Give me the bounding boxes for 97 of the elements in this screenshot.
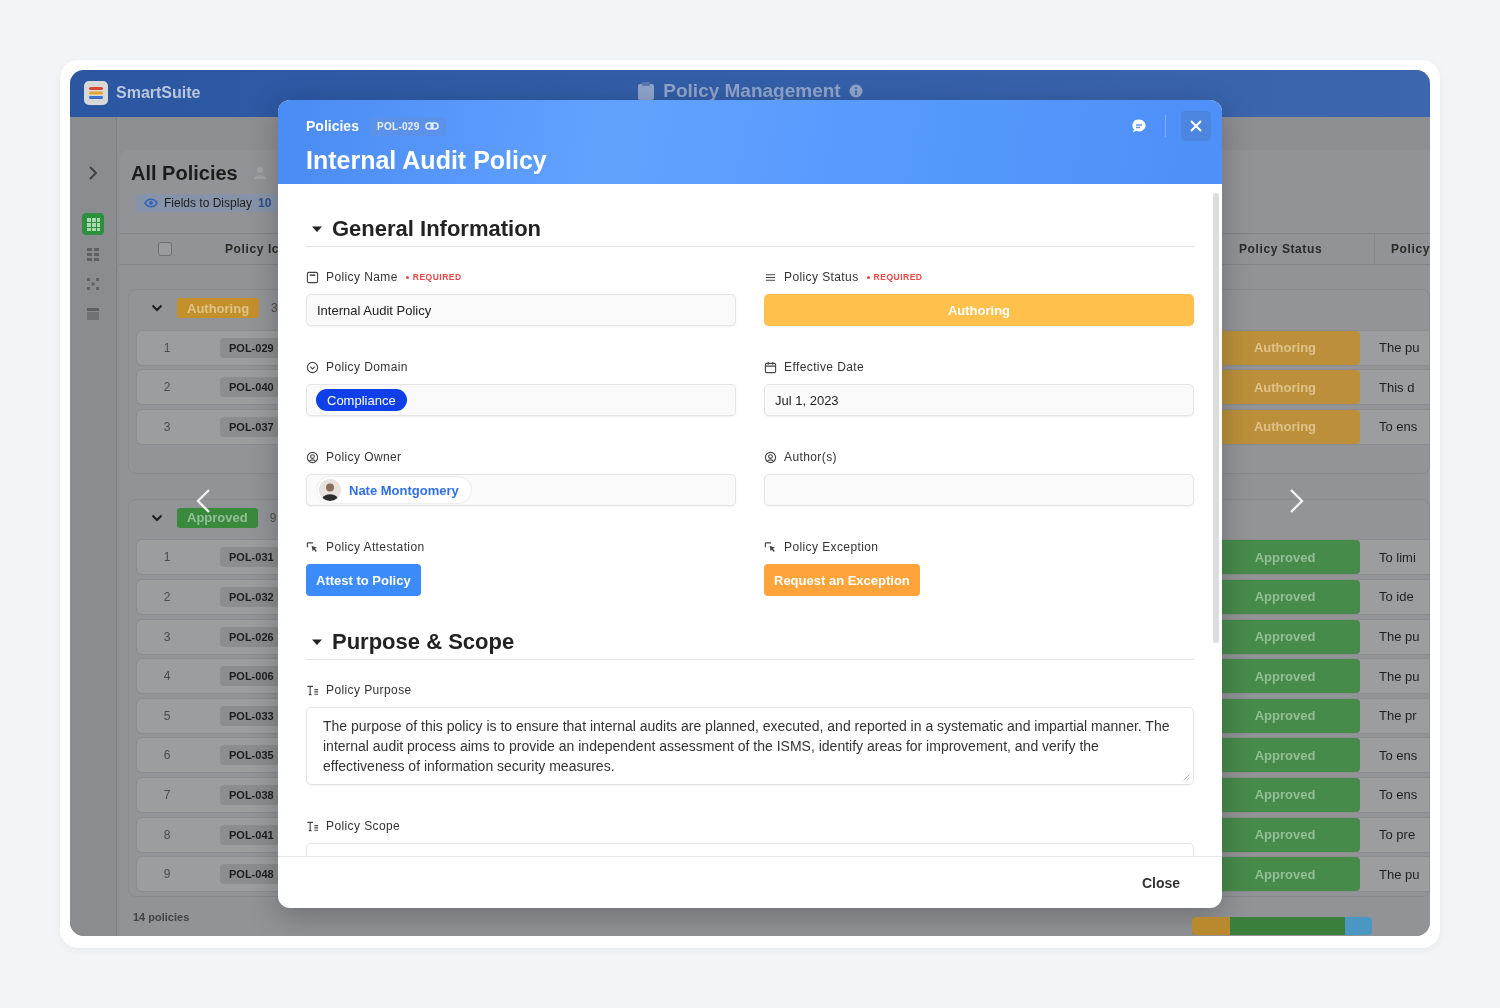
person-chip[interactable]: Nate Montgomery [316,476,472,504]
required-note: REQUIRED [866,272,923,282]
record-id-chip[interactable]: POL-029 [369,116,446,136]
table-cell-text: The pu [1378,866,1421,882]
info-icon [848,84,863,98]
text-area[interactable]: The purpose of this policy is to ensure that internal audits are planned, executed, and reported in a systematic and impartial manner. The internal audit process aims to provide an independent assessment of the ISMS, identify areas for improvement, and verify the effectiveness of information security measures. [306,707,1194,785]
avatar-icon [319,479,341,501]
row-number: 3 [162,419,172,434]
cursor-icon [764,540,777,554]
table-cell-text: To pre [1378,827,1417,843]
input-field[interactable]: Internal Audit Policy [306,294,736,326]
calendar-icon [764,360,777,374]
cursor-icon [306,540,319,554]
map-view-icon [85,276,101,292]
checkbox[interactable] [158,242,172,256]
user-icon [764,450,777,464]
app-name: SmartSuite [116,84,201,102]
cards-view-icon [85,246,101,262]
row-number: 4 [162,669,172,684]
input-field[interactable] [764,474,1194,506]
column-header[interactable]: Policy Ic [225,242,280,256]
section-title: Purpose & Scope [332,629,515,655]
row-number: 9 [162,867,172,882]
grid-view-icon [85,216,101,232]
close-button[interactable]: Close [1141,874,1180,891]
required-note: REQUIRED [405,272,462,282]
field-label: Policy Attestation [326,540,425,554]
person-field[interactable]: Nate Montgomery [306,474,736,506]
view-title: All Policies [131,161,238,185]
field-label: Policy Scope [326,819,401,833]
row-number: 5 [162,708,172,723]
resize-handle-icon [1183,774,1190,781]
user-icon [306,450,319,464]
table-cell-text: To ens [1378,747,1419,763]
row-number: 8 [162,827,172,842]
next-button[interactable] [1289,488,1305,514]
record-title: Internal Audit Policy [306,145,548,175]
eye-icon [144,197,158,209]
link-icon [424,122,439,130]
close-button[interactable] [1181,111,1211,141]
table-cell-text: The pu [1378,629,1421,645]
row-number: 1 [162,340,172,355]
row-number: 2 [162,380,172,395]
row-number: 3 [162,629,172,644]
field-label: Policy Name [326,270,398,284]
row-number: 7 [162,787,172,802]
action-button[interactable]: Attest to Policy [306,564,421,596]
column-header[interactable]: Policy [1375,234,1430,264]
people-icon [251,166,268,180]
calendar-view-icon [85,306,101,322]
table-cell-text: This d [1378,379,1416,395]
table-cell-text: The pr [1378,708,1418,724]
chevron-down-icon[interactable] [151,302,163,314]
field-label: Policy Owner [326,450,402,464]
field-label: Effective Date [784,360,865,374]
row-number: 6 [162,748,172,763]
field-label: Author(s) [784,450,837,464]
section-title: General Information [332,216,542,242]
table-cell-text: To ens [1378,787,1419,803]
row-number: 1 [162,550,172,565]
dropdown-icon [306,360,319,374]
breadcrumb-link[interactable]: Policies [306,118,359,134]
page-title: Policy Management [663,80,841,102]
record-count: 14 policies [133,911,190,924]
field-label: Policy Exception [784,540,879,554]
row-number: 2 [162,589,172,604]
comment-icon [1131,118,1147,134]
select-field[interactable]: Compliance [306,384,736,416]
domain-tag: Compliance [316,389,407,411]
group-count: 9 [269,510,277,525]
text-icon [306,683,319,697]
document-icon [306,270,319,284]
input-field[interactable]: Jul 1, 2023 [764,384,1194,416]
text-icon [306,819,319,833]
field-label: Policy Purpose [326,683,412,697]
table-cell-text: To limi [1378,549,1417,565]
chevron-right-icon [1289,488,1305,514]
caret-icon[interactable] [312,637,322,647]
table-cell-text: The pu [1378,340,1421,356]
chevron-left-icon [195,488,211,514]
table-cell-text: The pu [1378,668,1421,684]
table-cell-text: To ens [1378,419,1419,435]
clipboard-icon [637,81,656,101]
caret-icon[interactable] [312,224,322,234]
close-icon [1190,120,1202,132]
table-cell-text: To ide [1378,589,1415,605]
view-button[interactable] [82,213,104,235]
field-label: Policy Status [784,270,859,284]
group-tag: Authoring [177,298,260,318]
chevron-right-icon [88,165,98,181]
logo-icon [84,81,108,105]
previous-button[interactable] [195,488,211,514]
group-count: 3 [271,301,278,315]
fields-button[interactable]: Fields to Display 10 [136,194,278,212]
group-tag: Approved [177,507,258,528]
scrollbar[interactable] [1213,193,1219,643]
field-label: Policy Domain [326,360,408,374]
